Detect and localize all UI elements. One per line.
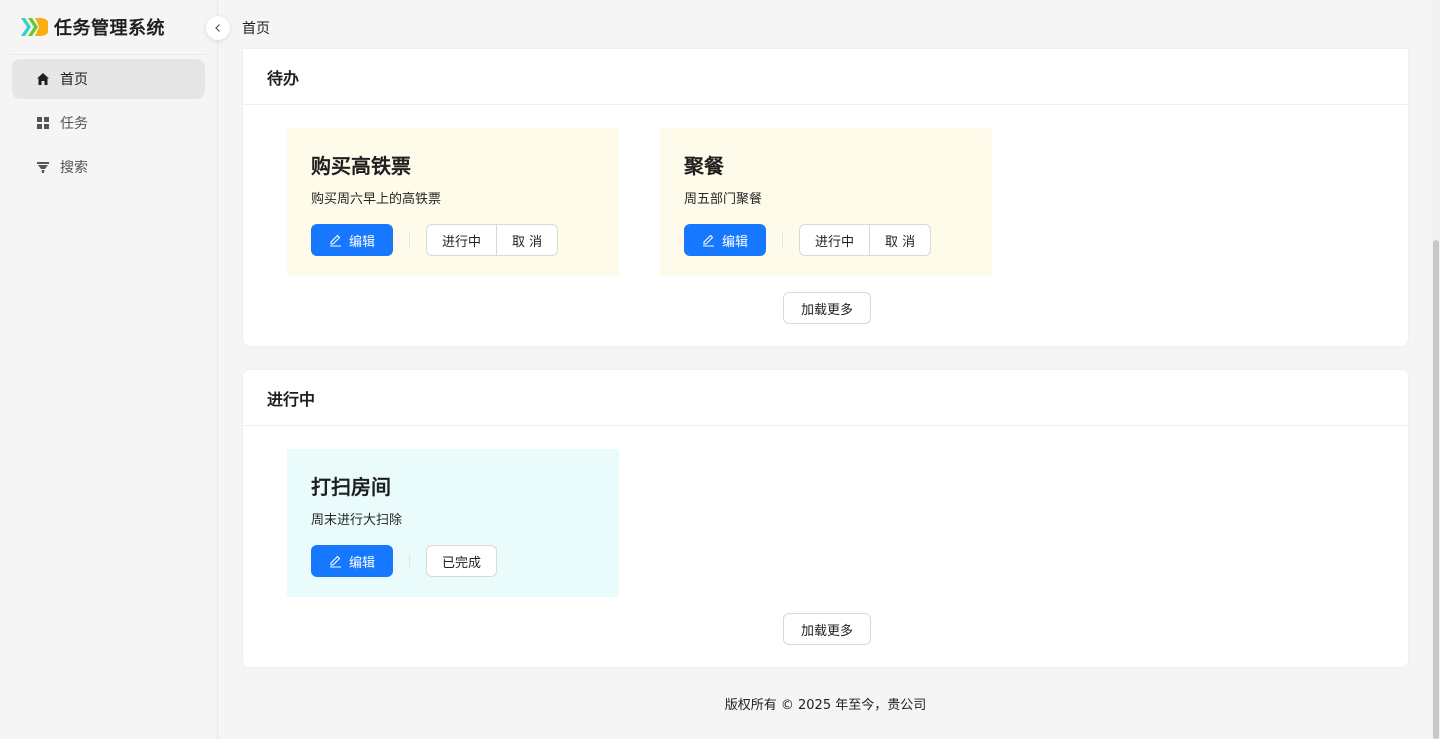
home-icon — [36, 72, 50, 86]
section-title: 待办 — [243, 49, 1408, 105]
sidebar-item-search[interactable]: 搜索 — [12, 147, 205, 187]
in-progress-button[interactable]: 进行中 — [800, 225, 869, 255]
task-card: 购买高铁票 购买周六早上的高铁票 编辑 进行中 取 消 — [287, 128, 619, 276]
complete-button[interactable]: 已完成 — [426, 545, 498, 577]
load-more-button[interactable]: 加载更多 — [783, 292, 871, 324]
task-actions: 编辑 进行中 取 消 — [311, 224, 595, 256]
task-actions: 编辑 进行中 取 消 — [684, 224, 968, 256]
edit-label: 编辑 — [721, 234, 748, 250]
task-title: 聚餐 — [684, 154, 724, 178]
divider — [409, 554, 410, 568]
in-progress-button[interactable]: 进行中 — [427, 225, 496, 255]
section-todo: 待办 购买高铁票 购买周六早上的高铁票 编辑 进行中 取 消 聚餐 周五部门聚餐… — [242, 48, 1409, 347]
breadcrumb: 首页 — [242, 21, 270, 37]
scrollbar-thumb[interactable] — [1433, 240, 1439, 739]
edit-button[interactable]: 编辑 — [684, 224, 766, 256]
brand: 任务管理系统 — [10, 0, 207, 55]
edit-label: 编辑 — [348, 234, 375, 250]
scrollbar-track[interactable] — [1432, 0, 1440, 739]
sidebar-item-label: 任务 — [60, 116, 88, 132]
sidebar-item-home[interactable]: 首页 — [12, 59, 205, 99]
edit-label: 编辑 — [348, 555, 375, 571]
load-more-button[interactable]: 加载更多 — [783, 613, 871, 645]
task-card: 聚餐 周五部门聚餐 编辑 进行中 取 消 — [660, 128, 992, 276]
edit-icon — [329, 234, 342, 247]
task-desc: 购买周六早上的高铁票 — [311, 192, 442, 207]
task-desc: 周五部门聚餐 — [684, 192, 763, 207]
sidebar-item-tasks[interactable]: 任务 — [12, 103, 205, 143]
sidebar-menu: 首页 任务 搜索 — [0, 59, 217, 187]
collapse-sidebar-button[interactable] — [206, 16, 230, 40]
section-in-progress: 进行中 打扫房间 周末进行大扫除 编辑 已完成 加载更多 — [242, 369, 1409, 668]
edit-button[interactable]: 编辑 — [311, 545, 393, 577]
sidebar-item-label: 首页 — [60, 72, 88, 88]
edit-icon — [702, 234, 715, 247]
task-desc: 周末进行大扫除 — [311, 513, 403, 528]
task-title: 购买高铁票 — [311, 154, 411, 178]
sidebar: 任务管理系统 首页 任务 搜索 — [0, 0, 218, 739]
edit-button[interactable]: 编辑 — [311, 224, 393, 256]
task-actions: 编辑 已完成 — [311, 545, 595, 577]
task-title: 打扫房间 — [311, 475, 391, 499]
logo-icon — [21, 18, 48, 36]
task-card: 打扫房间 周末进行大扫除 编辑 已完成 — [287, 449, 619, 597]
footer: 版权所有 © 2025 年至今，贵公司 — [724, 698, 927, 713]
divider — [409, 233, 410, 247]
status-button-group: 进行中 取 消 — [799, 224, 932, 256]
edit-icon — [329, 555, 342, 568]
divider — [782, 233, 783, 247]
app-title: 任务管理系统 — [54, 18, 165, 39]
sidebar-item-label: 搜索 — [60, 160, 88, 176]
cancel-button[interactable]: 取 消 — [496, 225, 557, 255]
cancel-button[interactable]: 取 消 — [869, 225, 930, 255]
section-title: 进行中 — [243, 370, 1408, 426]
grid-icon — [36, 116, 50, 130]
filter-icon — [36, 160, 50, 174]
chevron-left-icon — [215, 24, 220, 32]
status-button-group: 进行中 取 消 — [426, 224, 559, 256]
